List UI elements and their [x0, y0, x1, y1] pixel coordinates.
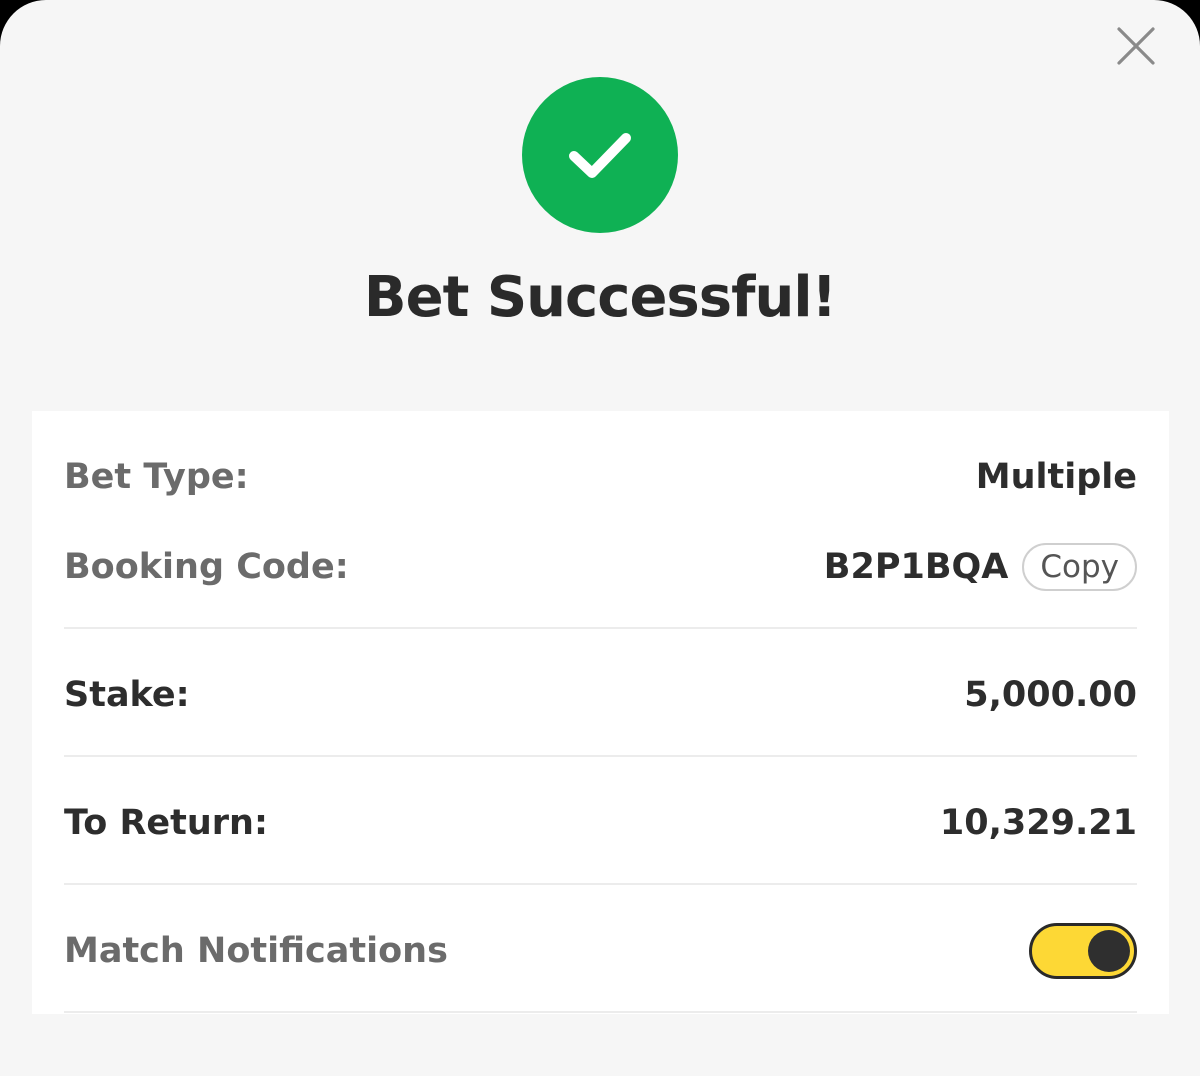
booking-code-group: B2P1BQA Copy — [824, 543, 1137, 591]
divider — [64, 883, 1137, 885]
stake-row: Stake: 5,000.00 — [64, 665, 1137, 725]
bet-type-row: Bet Type: Multiple — [64, 447, 1137, 507]
stake-label: Stake: — [64, 675, 190, 715]
divider — [64, 1011, 1137, 1013]
divider — [64, 627, 1137, 629]
to-return-label: To Return: — [64, 803, 268, 843]
match-notifications-toggle[interactable] — [1029, 923, 1137, 979]
page-title: Bet Successful! — [363, 265, 837, 330]
divider — [64, 755, 1137, 757]
bet-success-sheet: Bet Successful! Bet Type: Multiple Booki… — [0, 0, 1200, 1076]
copy-button[interactable]: Copy — [1022, 543, 1137, 591]
booking-code-value: B2P1BQA — [823, 547, 1009, 587]
match-notifications-row: Match Notifications — [64, 921, 1137, 981]
booking-code-row: Booking Code: B2P1BQA Copy — [64, 537, 1137, 597]
booking-code-label: Booking Code: — [64, 547, 349, 587]
to-return-value: 10,329.21 — [939, 803, 1137, 843]
close-icon[interactable] — [1112, 22, 1160, 70]
bet-details-card: Bet Type: Multiple Booking Code: B2P1BQA… — [32, 411, 1169, 1014]
match-notifications-label: Match Notifications — [64, 931, 448, 971]
toggle-knob — [1088, 930, 1130, 972]
to-return-row: To Return: 10,329.21 — [64, 793, 1137, 853]
success-badge — [522, 77, 678, 233]
stake-value: 5,000.00 — [964, 675, 1137, 715]
bet-type-label: Bet Type: — [64, 457, 249, 497]
checkmark-icon — [569, 133, 631, 178]
bet-type-value: Multiple — [975, 457, 1137, 497]
